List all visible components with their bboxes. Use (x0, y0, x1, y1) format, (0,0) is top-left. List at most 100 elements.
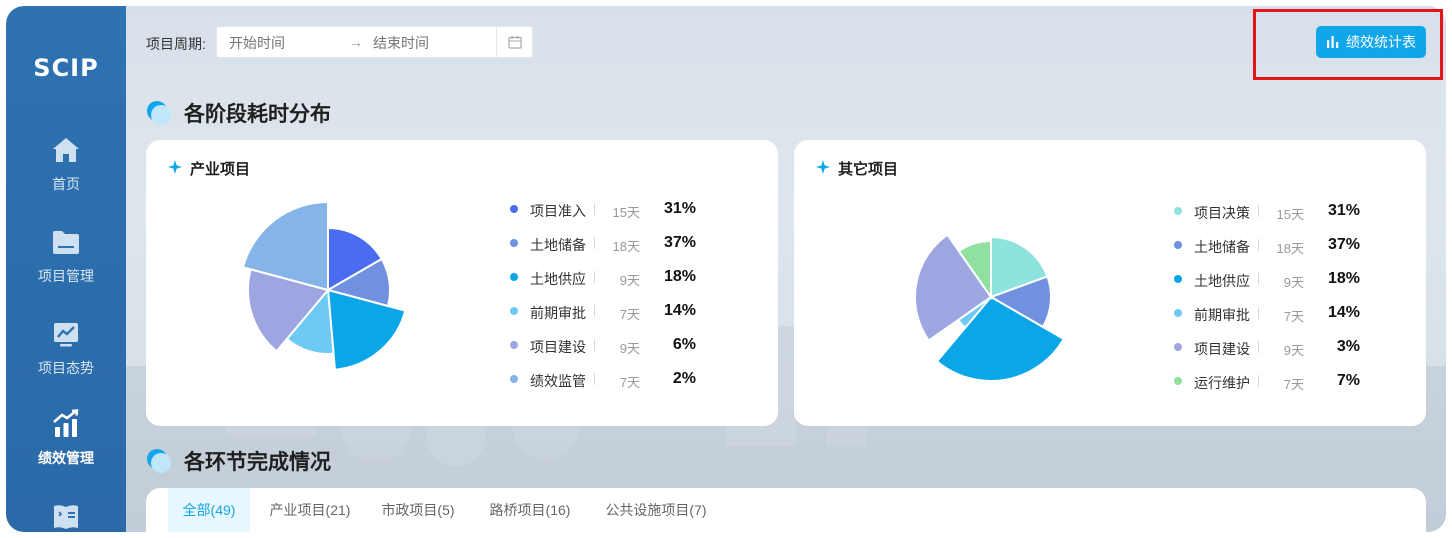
legend-dot (1174, 309, 1182, 317)
legend-percent: 2% (672, 370, 696, 387)
sidebar-item-label: 项目管理 (38, 268, 94, 284)
legend-days: 9天 (1283, 343, 1304, 358)
legend-item: 前期审批 7天 14% (510, 302, 710, 322)
legend-percent: 3% (1336, 338, 1360, 355)
other-project-card: 其它项目 项目决策 15天 31% 土地储备 18天 37% 土地供应 9天 1… (794, 140, 1426, 426)
legend-days: 18天 (1276, 241, 1304, 256)
performance-stats-button[interactable]: 绩效统计表 (1316, 26, 1426, 58)
calendar-icon[interactable] (496, 27, 532, 57)
legend-days: 7天 (619, 307, 640, 322)
tab-all[interactable]: 全部(49) (168, 488, 250, 532)
legend-item: 土地供应 9天 18% (1174, 270, 1374, 290)
legend-name: 项目准入 (530, 203, 586, 219)
section-bullet-icon (146, 100, 172, 126)
book-icon (54, 505, 78, 529)
legend-percent: 18% (1327, 270, 1360, 287)
sparkle-icon (816, 159, 830, 178)
start-date-input[interactable] (229, 33, 339, 53)
project-type-tabs: 全部(49) 产业项目(21) 市政项目(5) 路桥项目(16) 公共设施项目(… (146, 488, 1426, 532)
legend-name: 运行维护 (1194, 375, 1250, 391)
date-range-picker[interactable]: → (216, 26, 533, 58)
bar-chart-icon (53, 409, 79, 437)
sidebar-item-performance-management[interactable]: 绩效管理 (6, 408, 126, 468)
sidebar-item-label: 项目态势 (38, 360, 94, 376)
legend-dot (1174, 275, 1182, 283)
main-content: 项目周期: → (126, 6, 1446, 532)
trend-chart-icon (54, 323, 78, 347)
legend-item: 土地储备 18天 37% (1174, 236, 1374, 256)
legend-name: 绩效监管 (530, 373, 586, 389)
tab-municipal[interactable]: 市政项目(5) (372, 488, 464, 532)
legend-dot (1174, 377, 1182, 385)
legend-item: 绩效监管 7天 2% (510, 370, 710, 390)
sidebar-item-home[interactable]: 首页 (6, 134, 126, 194)
card-title-text: 产业项目 (190, 161, 251, 178)
legend-days: 7天 (1283, 309, 1304, 324)
pie-chart-other (914, 233, 1066, 382)
section-title-text: 各环节完成情况 (184, 451, 331, 474)
legend-dot (510, 205, 518, 213)
card-title: 产业项目 (168, 158, 250, 179)
legend-percent: 31% (1327, 202, 1360, 219)
sidebar-item-project-management[interactable]: 项目管理 (6, 226, 126, 286)
sidebar-item-more[interactable] (6, 500, 126, 532)
legend-name: 土地储备 (1194, 239, 1250, 255)
section-title-text: 各阶段耗时分布 (184, 103, 331, 126)
end-date-input[interactable] (373, 33, 493, 53)
legend-name: 项目决策 (1194, 205, 1250, 221)
legend-days: 15天 (612, 205, 640, 220)
legend-percent: 6% (672, 336, 696, 353)
legend-item: 项目决策 15天 31% (1174, 202, 1374, 222)
tab-industrial[interactable]: 产业项目(21) (262, 488, 358, 532)
home-icon (53, 138, 79, 162)
legend-percent: 14% (663, 302, 696, 319)
tab-public-facility[interactable]: 公共设施项目(7) (594, 488, 718, 532)
legend-percent: 31% (663, 200, 696, 217)
app-frame: SCIP 首页 项目管理 项目态势 绩效管理 项目周期: 开始时间 → 结束时间… (6, 6, 1446, 532)
legend-percent: 37% (663, 234, 696, 251)
sidebar-item-label: 绩效管理 (38, 450, 94, 466)
legend-days: 9天 (619, 341, 640, 356)
toolbar: 项目周期: → (126, 6, 1446, 76)
section-title-stage-duration: 各阶段耗时分布 (146, 98, 331, 128)
legend-item: 运行维护 7天 7% (1174, 372, 1374, 392)
industrial-project-card: 产业项目 项目准入 15天 31% 土地储备 18天 37% 土地供应 9天 1… (146, 140, 778, 426)
legend-dot (510, 307, 518, 315)
legend-dot (510, 273, 518, 281)
performance-stats-button-label: 绩效统计表 (1346, 34, 1416, 50)
legend-days: 7天 (1283, 377, 1304, 392)
legend-days: 18天 (612, 239, 640, 254)
sparkle-icon (168, 159, 182, 178)
tab-road-bridge[interactable]: 路桥项目(16) (482, 488, 578, 532)
section-bullet-icon (146, 448, 172, 474)
pie-slice[interactable] (326, 288, 407, 371)
pie-chart-industrial (241, 200, 407, 371)
legend-dot (1174, 241, 1182, 249)
legend-percent: 14% (1327, 304, 1360, 321)
legend-dot (1174, 207, 1182, 215)
app-logo: SCIP (33, 54, 99, 82)
legend-dot (1174, 343, 1182, 351)
legend-days: 15天 (1276, 207, 1304, 222)
folder-icon (53, 231, 79, 254)
sidebar: SCIP 首页 项目管理 项目态势 绩效管理 (6, 6, 126, 532)
legend-days: 9天 (619, 273, 640, 288)
sidebar-item-label: 首页 (52, 176, 80, 192)
legend-name: 项目建设 (1194, 341, 1250, 357)
legend-percent: 37% (1327, 236, 1360, 253)
legend-item: 项目建设 9天 3% (1174, 338, 1374, 358)
legend-item: 项目准入 15天 31% (510, 200, 710, 220)
card-title-text: 其它项目 (838, 161, 899, 178)
legend-item: 土地供应 9天 18% (510, 268, 710, 288)
legend-dot (510, 341, 518, 349)
legend-name: 前期审批 (1194, 307, 1250, 323)
legend-dot (510, 239, 518, 247)
sidebar-item-project-situation[interactable]: 项目态势 (6, 318, 126, 378)
project-period-label: 项目周期: (146, 36, 206, 52)
range-separator: → (349, 34, 363, 50)
legend-percent: 18% (663, 268, 696, 285)
legend-item: 土地储备 18天 37% (510, 234, 710, 254)
legend-item: 项目建设 9天 6% (510, 336, 710, 356)
bar-chart-icon (1327, 36, 1339, 48)
section-title-stage-completion: 各环节完成情况 (146, 446, 331, 476)
